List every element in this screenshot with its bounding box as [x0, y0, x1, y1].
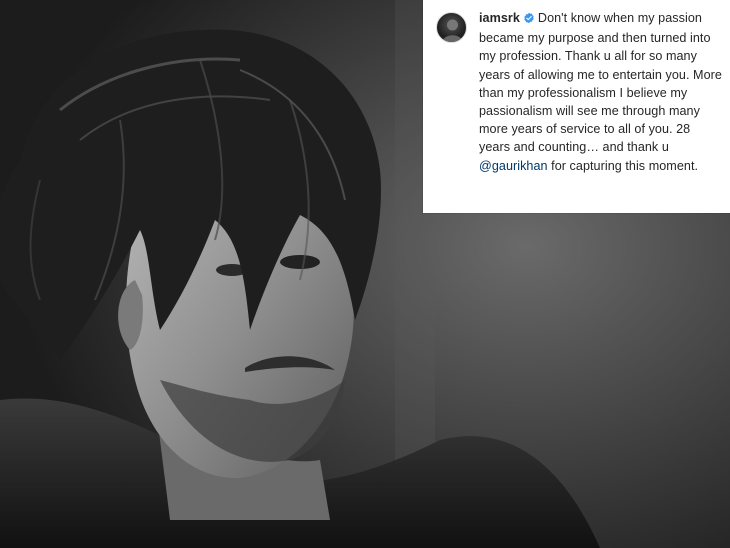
- instagram-post-screenshot: iamsrk Don't know when my passion became …: [0, 0, 730, 548]
- caption-text-part-2: for capturing this moment.: [547, 158, 699, 173]
- verified-badge-icon: [523, 11, 535, 29]
- avatar-silhouette-icon: [442, 19, 463, 42]
- caption-text-part-1: Don't know when my passion became my pur…: [479, 11, 722, 155]
- caption-text: iamsrk Don't know when my passion became …: [479, 9, 722, 175]
- profile-avatar[interactable]: [436, 12, 467, 43]
- caption-card: iamsrk Don't know when my passion became …: [423, 0, 730, 213]
- mention-link-gaurikhan[interactable]: @gaurikhan: [479, 159, 548, 173]
- username-link[interactable]: iamsrk: [479, 11, 520, 25]
